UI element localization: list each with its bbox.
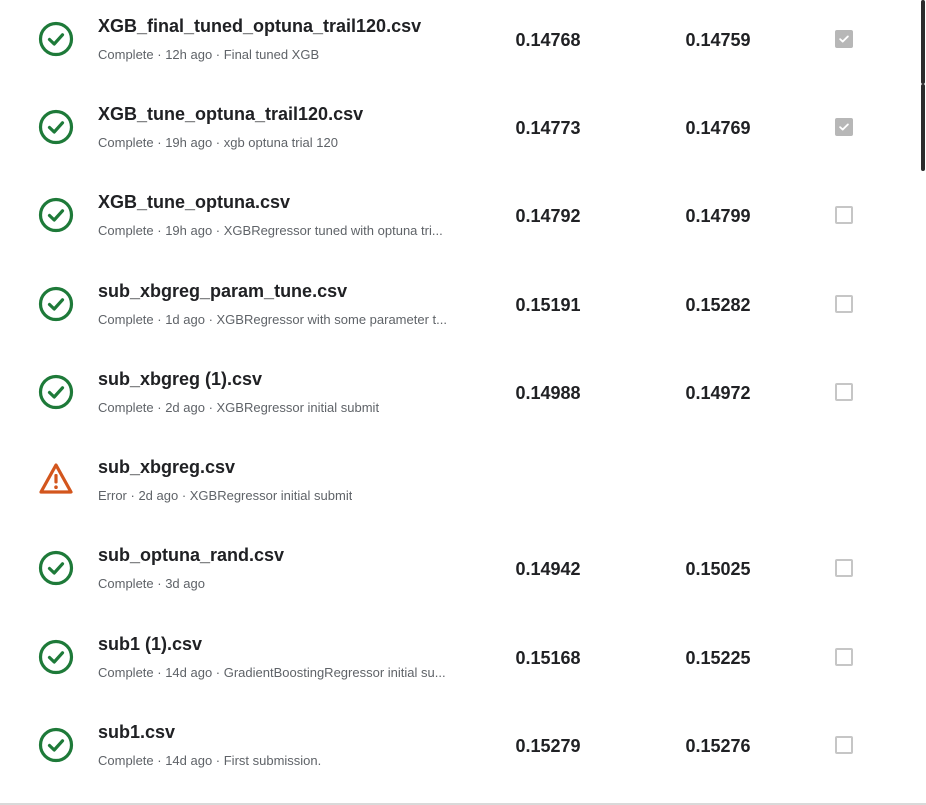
warning-triangle-icon	[37, 461, 75, 499]
submission-meta: Complete · 1d ago · XGBRegressor with so…	[98, 312, 447, 327]
submission-file-name[interactable]: sub_xbgreg (1).csv	[98, 369, 262, 390]
submission-row: sub1 (1).csv Complete · 14d ago · Gradien…	[0, 618, 900, 706]
select-checkbox[interactable]	[835, 736, 853, 754]
submission-meta: Complete · 3d ago	[98, 576, 205, 591]
submission-row: sub_xbgreg.csv Error · 2d ago · XGBRegres…	[0, 441, 900, 529]
private-score: 0.14988	[515, 383, 581, 403]
private-score: 0.15279	[515, 736, 581, 756]
check-circle-icon	[37, 549, 75, 587]
selected-checkbox[interactable]	[835, 118, 853, 136]
submission-meta: Error · 2d ago · XGBRegressor initial su…	[98, 488, 353, 503]
scrollbar-thumb[interactable]	[921, 0, 925, 84]
private-score: 0.15168	[515, 648, 581, 668]
public-score: 0.14769	[685, 118, 751, 138]
check-circle-icon	[37, 20, 75, 58]
public-score: 0.14972	[685, 383, 751, 403]
submission-meta: Complete · 19h ago · XGBRegressor tuned …	[98, 223, 443, 238]
submission-row: sub_xbgreg (1).csv Complete · 2d ago · XG…	[0, 353, 900, 441]
private-score: 0.15191	[515, 295, 581, 315]
submission-row: XGB_final_tuned_optuna_trail120.csv Compl…	[0, 0, 900, 88]
check-circle-icon	[37, 638, 75, 676]
check-circle-icon	[37, 726, 75, 764]
submission-file-name[interactable]: XGB_tune_optuna_trail120.csv	[98, 104, 363, 125]
selected-checkbox[interactable]	[835, 30, 853, 48]
vertical-scrollbar[interactable]	[918, 0, 926, 805]
submission-row: sub1.csv Complete · 14d ago · First submi…	[0, 706, 900, 794]
submission-file-name[interactable]: XGB_tune_optuna.csv	[98, 192, 290, 213]
submissions-list: XGB_final_tuned_optuna_trail120.csv Compl…	[0, 0, 926, 805]
scrollbar-thumb[interactable]	[921, 84, 925, 171]
submission-file-name[interactable]: XGB_final_tuned_optuna_trail120.csv	[98, 16, 421, 37]
select-checkbox[interactable]	[835, 295, 853, 313]
submission-row: sub_optuna_rand.csv Complete · 3d ago 0.14…	[0, 529, 900, 617]
check-circle-icon	[37, 108, 75, 146]
submission-row: XGB_tune_optuna_trail120.csv Complete · 1…	[0, 88, 900, 176]
submission-file-name[interactable]: sub_xbgreg.csv	[98, 457, 235, 478]
private-score: 0.14768	[515, 30, 581, 50]
select-checkbox[interactable]	[835, 648, 853, 666]
submission-file-name[interactable]: sub1 (1).csv	[98, 634, 202, 655]
submission-meta: Complete · 12h ago · Final tuned XGB	[98, 47, 320, 62]
check-circle-icon	[37, 373, 75, 411]
submission-meta: Complete · 2d ago · XGBRegressor initial…	[98, 400, 380, 415]
public-score: 0.14799	[685, 206, 751, 226]
submission-meta: Complete · 14d ago · First submission.	[98, 753, 322, 768]
public-score: 0.15276	[685, 736, 751, 756]
submission-meta: Complete · 14d ago · GradientBoostingReg…	[98, 665, 446, 680]
submission-file-name[interactable]: sub_xbgreg_param_tune.csv	[98, 281, 347, 302]
submission-file-name[interactable]: sub_optuna_rand.csv	[98, 545, 284, 566]
submission-row: sub_xbgreg_param_tune.csv Complete · 1d a…	[0, 265, 900, 353]
submission-file-name[interactable]: sub1.csv	[98, 722, 175, 743]
check-circle-icon	[37, 196, 75, 234]
public-score: 0.14759	[685, 30, 751, 50]
private-score: 0.14773	[515, 118, 581, 138]
private-score: 0.14792	[515, 206, 581, 226]
public-score: 0.15282	[685, 295, 751, 315]
check-circle-icon	[37, 285, 75, 323]
submission-meta: Complete · 19h ago · xgb optuna trial 12…	[98, 135, 338, 150]
submission-row: XGB_tune_optuna.csv Complete · 19h ago · …	[0, 176, 900, 264]
select-checkbox[interactable]	[835, 206, 853, 224]
private-score: 0.14942	[515, 559, 581, 579]
select-checkbox[interactable]	[835, 559, 853, 577]
public-score: 0.15025	[685, 559, 751, 579]
select-checkbox[interactable]	[835, 383, 853, 401]
public-score: 0.15225	[685, 648, 751, 668]
